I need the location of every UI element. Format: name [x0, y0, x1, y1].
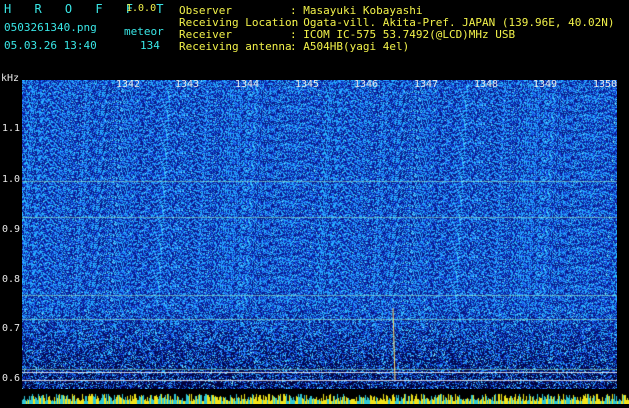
x-tick-1350: 1350 — [593, 79, 618, 90]
y-tick-0-6: 0.6 — [2, 373, 21, 384]
date-time: 05.03.26 13:40 — [4, 39, 97, 52]
y-tick-0-9: 0.9 — [2, 224, 21, 235]
x-tick-1344: 1344 — [235, 79, 260, 90]
y-tick-0-8: 0.8 — [2, 274, 21, 285]
y-tick-1-0: 1.0 — [2, 174, 21, 185]
meteor-count: 134 — [140, 39, 160, 52]
mode-label: meteor — [124, 25, 164, 38]
x-tick-1343: 1343 — [175, 79, 200, 90]
y-tick-1-1: 1.1 — [2, 123, 21, 134]
x-tick-1342: 1342 — [116, 79, 141, 90]
y-tick-0-7: 0.7 — [2, 323, 21, 334]
header-panel: H R O F F T 1.0.0 0503261340.png meteor … — [0, 0, 629, 76]
y-axis-unit: kHz — [1, 73, 20, 84]
x-tick-1345: 1345 — [295, 79, 320, 90]
version-label: 1.0.0 — [126, 3, 157, 14]
antenna-label: Receiving antenna — [179, 40, 292, 53]
antenna-value: : A504HB(yagi 4el) — [290, 40, 410, 53]
signal-strength-bar — [0, 389, 629, 404]
spectrogram-canvas — [22, 80, 617, 389]
x-tick-1349: 1349 — [533, 79, 558, 90]
file-name: 0503261340.png — [4, 21, 97, 34]
x-tick-1348: 1348 — [474, 79, 499, 90]
x-tick-1346: 1346 — [354, 79, 379, 90]
spectrogram-plot — [22, 80, 617, 389]
signal-strength-canvas — [0, 393, 629, 404]
x-tick-1347: 1347 — [414, 79, 439, 90]
